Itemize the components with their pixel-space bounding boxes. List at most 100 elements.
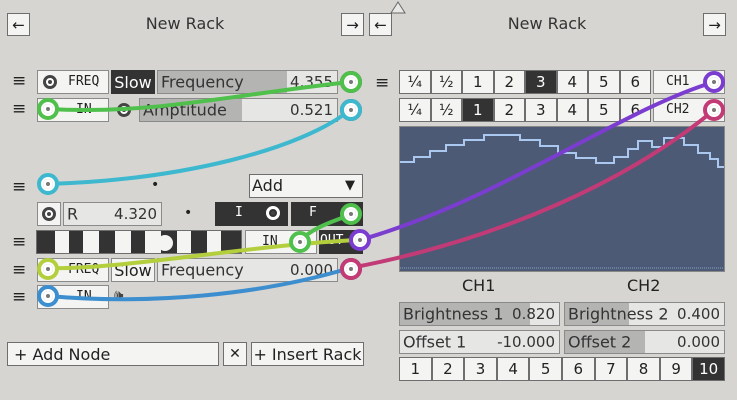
- seq-in-plug[interactable]: [289, 231, 311, 253]
- slider-label: Brightness 2: [568, 304, 669, 324]
- node-dot: •: [184, 205, 193, 221]
- i-output[interactable]: I: [215, 202, 288, 226]
- freq-label: FREQ: [68, 74, 100, 89]
- slider-value: 0.000: [290, 261, 333, 279]
- page-option-6[interactable]: 7: [594, 357, 628, 381]
- ch1-rate-option-0[interactable]: ¼: [399, 70, 431, 94]
- offset2-slider[interactable]: Offset 2 0.000: [564, 330, 725, 354]
- out-label: OUT: [320, 233, 344, 248]
- ch2-rate-option-4[interactable]: 3: [525, 98, 557, 122]
- slider-label: Offset 2: [568, 332, 632, 352]
- oscilloscope-trace: [400, 134, 724, 269]
- ch1-rate-option-3[interactable]: 2: [493, 70, 525, 94]
- left-rack-back-button[interactable]: ←: [7, 13, 30, 36]
- ch1-plug[interactable]: [703, 71, 725, 93]
- i-label: I: [235, 205, 243, 220]
- arrow-left-icon: ←: [374, 15, 387, 34]
- drag-handle-icon[interactable]: ≡: [12, 179, 26, 196]
- ch1-rate-option-4[interactable]: 3: [525, 70, 557, 94]
- page-option-4[interactable]: 5: [529, 357, 562, 381]
- frequency-slider[interactable]: Frequency 4.355: [157, 70, 338, 94]
- brightness2-slider[interactable]: Brightness 2 0.400: [564, 302, 725, 326]
- drag-handle-icon[interactable]: ≡: [12, 289, 26, 306]
- ch1-rate-option-1[interactable]: ½: [430, 70, 462, 94]
- port-ring-icon: [266, 206, 280, 220]
- register-f-plug[interactable]: [340, 203, 362, 225]
- page-option-7[interactable]: 8: [627, 357, 660, 381]
- in-label: IN: [76, 102, 92, 117]
- brightness1-slider[interactable]: Brightness 1 0.820: [399, 302, 560, 326]
- ch1-rate-option-2[interactable]: 1: [462, 70, 494, 94]
- in-label: IN: [76, 289, 92, 304]
- insert-rack-button[interactable]: + Insert Rack: [251, 342, 364, 366]
- offset1-slider[interactable]: Offset 1 -10.000: [399, 330, 560, 354]
- ch2-rate-option-7[interactable]: 6: [619, 98, 651, 122]
- lfo1-amp-plug[interactable]: [340, 99, 362, 121]
- sequence-bar[interactable]: [36, 230, 242, 254]
- ch2-rate-option-3[interactable]: 2: [493, 98, 525, 122]
- ch1-label: CH1: [666, 74, 690, 89]
- ch2-rate-option-5[interactable]: 4: [556, 98, 588, 122]
- amplitude-slider[interactable]: Amptitude 0.521: [139, 98, 338, 122]
- frequency-slider[interactable]: Frequency 0.000: [157, 258, 338, 282]
- ch1-rate-option-5[interactable]: 4: [556, 70, 588, 94]
- slow-toggle[interactable]: Slow: [111, 70, 155, 94]
- ch2-plug[interactable]: [703, 99, 725, 121]
- page-option-2[interactable]: 3: [464, 357, 497, 381]
- lfo2-freq-out-plug[interactable]: [340, 258, 362, 280]
- ch1-caption: CH1: [462, 276, 496, 295]
- freq-label: FREQ: [68, 262, 100, 277]
- drag-handle-icon[interactable]: ≡: [12, 262, 26, 279]
- page-option-3[interactable]: 4: [496, 357, 530, 381]
- ch2-rate-option-0[interactable]: ¼: [399, 98, 431, 122]
- oscilloscope-display[interactable]: [399, 126, 725, 272]
- lfo2-freq-plug[interactable]: [37, 258, 59, 280]
- lfo1-in-plug[interactable]: [37, 98, 59, 120]
- mixer-in-plug[interactable]: [37, 173, 59, 195]
- close-icon[interactable]: ✕: [223, 342, 247, 366]
- mode-dropdown[interactable]: Add ▼: [249, 174, 363, 198]
- speaker-icon: 🕪: [114, 286, 124, 304]
- seq-out-plug[interactable]: [349, 229, 371, 251]
- in-label: IN: [262, 234, 278, 249]
- left-rack-forward-button[interactable]: →: [341, 13, 364, 36]
- slider-value: -10.000: [497, 333, 555, 351]
- ch2-caption: CH2: [627, 276, 661, 295]
- node-dot: •: [151, 177, 160, 193]
- slider-value: 0.820: [512, 305, 555, 323]
- slider-value: 0.521: [290, 101, 333, 119]
- register-input-port[interactable]: [37, 202, 61, 226]
- port-ring-icon[interactable]: [117, 103, 131, 117]
- page-option-8[interactable]: 9: [659, 357, 693, 381]
- ch2-rate-option-1[interactable]: ½: [430, 98, 462, 122]
- drag-handle-icon[interactable]: ≡: [12, 101, 26, 118]
- drag-handle-icon[interactable]: ≡: [12, 234, 26, 251]
- ch1-rate-option-7[interactable]: 6: [619, 70, 651, 94]
- ch2-rate-option-2[interactable]: 1: [462, 98, 494, 122]
- slow-toggle[interactable]: Slow: [111, 258, 155, 282]
- lfo1-freq-plug[interactable]: [340, 71, 362, 93]
- slider-label: Frequency: [161, 72, 244, 92]
- drop-marker-icon: [390, 1, 406, 14]
- port-ring-icon: [42, 207, 56, 221]
- right-rack-back-button[interactable]: ←: [369, 13, 392, 36]
- ch1-rate-option-6[interactable]: 5: [588, 70, 620, 94]
- page-option-0[interactable]: 1: [399, 357, 432, 381]
- page-option-1[interactable]: 2: [431, 357, 465, 381]
- page-option-9[interactable]: 10: [692, 357, 725, 381]
- slider-label: Brightness 1: [403, 304, 504, 324]
- add-node-button[interactable]: + Add Node: [7, 342, 219, 366]
- right-rack-title: New Rack: [507, 14, 587, 33]
- slider-value: 0.400: [677, 305, 720, 323]
- register-value: 4.320: [114, 205, 157, 223]
- drag-handle-icon[interactable]: ≡: [12, 73, 26, 90]
- page-option-5[interactable]: 6: [562, 357, 595, 381]
- dropdown-value: Add: [252, 176, 283, 195]
- ch2-rate-option-6[interactable]: 5: [588, 98, 620, 122]
- register-field[interactable]: R 4.320: [63, 202, 162, 226]
- slider-value: 0.000: [677, 333, 720, 351]
- lfo2-in-plug[interactable]: [37, 285, 59, 307]
- drag-handle-icon[interactable]: ≡: [375, 75, 389, 92]
- freq-input-port[interactable]: FREQ: [37, 70, 109, 94]
- right-rack-forward-button[interactable]: →: [703, 13, 726, 36]
